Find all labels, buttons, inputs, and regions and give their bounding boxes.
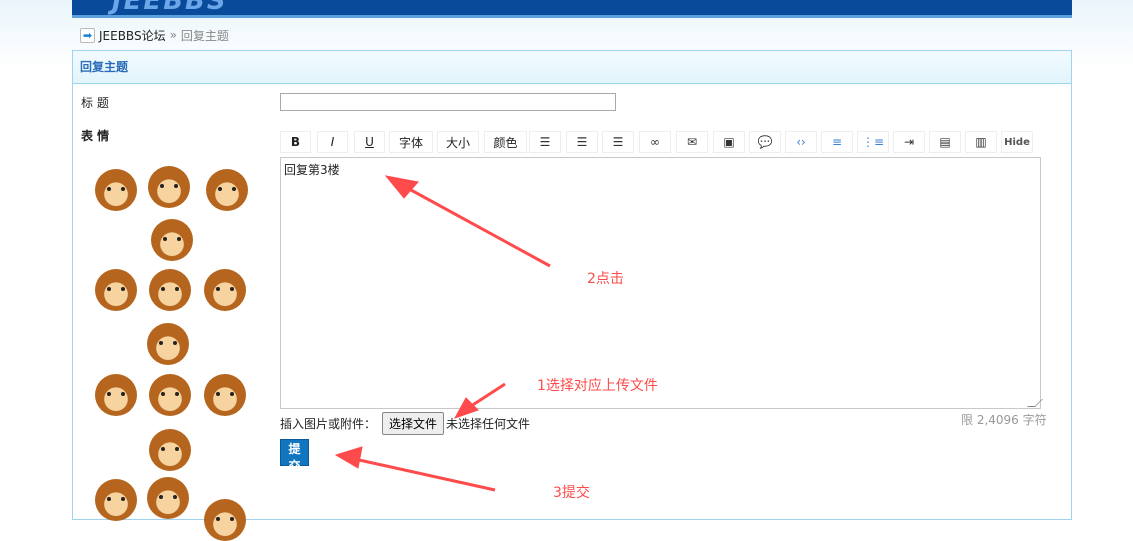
arrow-right-icon: ➡ — [80, 27, 95, 43]
title-input[interactable] — [280, 93, 616, 111]
toolbar-image-left-button[interactable]: ▤ — [929, 131, 961, 153]
emoticon-monkey-icon[interactable] — [95, 169, 137, 211]
breadcrumb: ➡ JEEBBS论坛 » 回复主题 — [80, 26, 229, 44]
emoticon-monkey-icon[interactable] — [204, 269, 246, 311]
emoticon-monkey-icon[interactable] — [204, 374, 246, 416]
align-right-icon: ☰ — [612, 135, 624, 149]
insert-image-icon: ▣ — [723, 135, 735, 149]
char-limit: 限 2,4096 字符 — [961, 413, 1047, 427]
emoticon-monkey-icon[interactable] — [149, 269, 191, 311]
code-icon: ‹› — [796, 135, 806, 149]
emoticon-monkey-icon[interactable] — [204, 499, 246, 541]
site-header: JEEBBS — [72, 0, 1072, 18]
resize-handle[interactable] — [1027, 399, 1043, 407]
toolbar-indent-button[interactable]: ⇥ — [893, 131, 925, 153]
toolbar-color-button[interactable]: 颜色 — [484, 131, 527, 153]
content-text: 回复第3楼 — [284, 163, 340, 177]
emoticon-monkey-icon[interactable] — [147, 323, 189, 365]
toolbar-ordered-list-button[interactable]: ≡ — [821, 131, 853, 153]
toolbar-underline-button[interactable]: U — [354, 131, 385, 153]
toolbar-label: 大小 — [445, 135, 470, 150]
toolbar-image-right-button[interactable]: ▥ — [965, 131, 997, 153]
toolbar-label: Hide — [1004, 136, 1030, 148]
toolbar-align-left-button[interactable]: ☰ — [529, 131, 561, 153]
toolbar-size-button[interactable]: 大小 — [437, 131, 479, 153]
emoticon-monkey-icon[interactable] — [206, 169, 248, 211]
annotation-1: 1选择对应上传文件 — [537, 378, 658, 394]
toolbar-align-right-button[interactable]: ☰ — [602, 131, 634, 153]
image-left-icon: ▤ — [939, 135, 951, 149]
choose-file-button[interactable]: 选择文件 — [382, 412, 445, 435]
emoticon-monkey-icon[interactable] — [148, 166, 190, 208]
emoticons-label: 表 情 — [81, 129, 110, 143]
image-right-icon: ▥ — [975, 135, 987, 149]
toolbar-quote-button[interactable]: 💬 — [749, 131, 781, 153]
align-left-icon: ☰ — [539, 135, 551, 149]
site-logo: JEEBBS — [112, 0, 228, 16]
attachment-row: 插入图片或附件： 选择文件 未选择任何文件 — [280, 412, 530, 435]
align-center-icon: ☰ — [576, 135, 588, 149]
submit-button[interactable]: 提 交 — [280, 439, 309, 473]
ordered-list-icon: ≡ — [831, 135, 843, 149]
toolbar-label: 颜色 — [493, 135, 518, 150]
toolbar-label: U — [365, 135, 374, 149]
emoticon-monkey-icon[interactable] — [151, 219, 193, 261]
unordered-list-icon: ⋮≡ — [861, 135, 885, 149]
toolbar-italic-button[interactable]: I — [317, 131, 348, 153]
toolbar-label: B — [290, 135, 301, 149]
breadcrumb-home[interactable]: JEEBBS论坛 — [99, 27, 166, 44]
toolbar-email-link-button[interactable]: ✉ — [676, 131, 708, 153]
emoticon-monkey-icon[interactable] — [147, 477, 189, 519]
content-textarea[interactable]: 回复第3楼 — [280, 157, 1043, 409]
quote-icon: 💬 — [757, 135, 773, 149]
emoticon-monkey-icon[interactable] — [95, 479, 137, 521]
toolbar-link-button[interactable]: ∞ — [639, 131, 671, 153]
indent-icon: ⇥ — [903, 135, 915, 149]
emoticon-monkey-icon[interactable] — [149, 374, 191, 416]
toolbar-align-center-button[interactable]: ☰ — [566, 131, 598, 153]
emoticon-monkey-icon[interactable] — [149, 429, 191, 471]
title-label: 标 题 — [81, 96, 109, 110]
toolbar-bold-button[interactable]: B — [280, 131, 311, 153]
attach-label: 插入图片或附件： — [280, 417, 377, 431]
email-link-icon: ✉ — [686, 135, 698, 149]
annotation-3: 3提交 — [553, 485, 590, 501]
breadcrumb-current: 回复主题 — [180, 28, 229, 43]
toolbar-label: 字体 — [398, 135, 423, 150]
toolbar-code-button[interactable]: ‹› — [785, 131, 817, 153]
annotation-2: 2点击 — [587, 271, 624, 287]
emoticon-monkey-icon[interactable] — [95, 269, 137, 311]
file-status: 未选择任何文件 — [446, 417, 531, 431]
panel-title: 回复主题 — [73, 51, 1071, 84]
toolbar-label: I — [330, 135, 335, 149]
toolbar-hide-button[interactable]: Hide — [1001, 131, 1033, 153]
toolbar-font-button[interactable]: 字体 — [389, 131, 433, 153]
reply-panel: 回复主题 标 题 表 情 B I U 字体 大小 颜色 ☰ ☰ ☰ ∞ ✉ ▣ 💬 ‹› ≡ ⋮≡ ⇥ ▤ ▥ Hid… — [72, 50, 1072, 541]
breadcrumb-separator: » — [169, 28, 177, 42]
toolbar-insert-image-button[interactable]: ▣ — [713, 131, 745, 153]
emoticon-monkey-icon[interactable] — [95, 374, 137, 416]
toolbar-unordered-list-button[interactable]: ⋮≡ — [857, 131, 889, 153]
link-icon: ∞ — [650, 135, 660, 149]
